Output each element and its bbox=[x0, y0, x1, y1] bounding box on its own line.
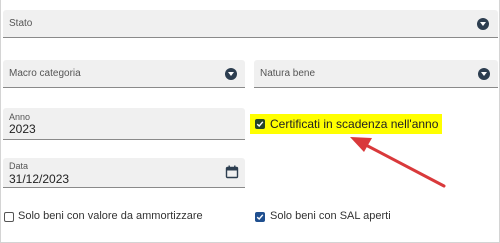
solo-beni-ammortizzare-label[interactable]: Solo beni con valore da ammortizzare bbox=[18, 210, 203, 222]
data-label: Data bbox=[9, 161, 29, 171]
natura-bene-select[interactable]: Natura bene bbox=[254, 60, 498, 88]
solo-beni-ammortizzare-checkbox[interactable] bbox=[4, 212, 14, 222]
stato-select[interactable]: Stato bbox=[3, 10, 498, 38]
natura-bene-label: Natura bene bbox=[260, 68, 316, 79]
chevron-down-icon[interactable] bbox=[478, 68, 490, 80]
data-field[interactable]: Data 31/12/2023 bbox=[3, 158, 245, 188]
solo-beni-sal-label[interactable]: Solo beni con SAL aperti bbox=[270, 210, 391, 222]
anno-value: 2023 bbox=[9, 122, 36, 136]
chevron-down-icon[interactable] bbox=[225, 68, 237, 80]
certificati-label[interactable]: Certificati in scadenza nell'anno bbox=[270, 117, 438, 131]
calendar-icon[interactable] bbox=[225, 165, 239, 179]
solo-beni-sal-checkbox[interactable] bbox=[255, 212, 265, 222]
anno-field[interactable]: Anno 2023 bbox=[3, 108, 245, 140]
data-value: 31/12/2023 bbox=[9, 172, 70, 186]
macro-categoria-select[interactable]: Macro categoria bbox=[3, 60, 245, 88]
macro-categoria-label: Macro categoria bbox=[9, 68, 81, 79]
stato-label: Stato bbox=[9, 18, 33, 29]
chevron-down-icon[interactable] bbox=[477, 18, 489, 30]
check-icon bbox=[256, 214, 264, 221]
anno-label: Anno bbox=[9, 112, 31, 122]
check-icon bbox=[256, 121, 264, 128]
certificati-checkbox[interactable] bbox=[255, 119, 265, 129]
